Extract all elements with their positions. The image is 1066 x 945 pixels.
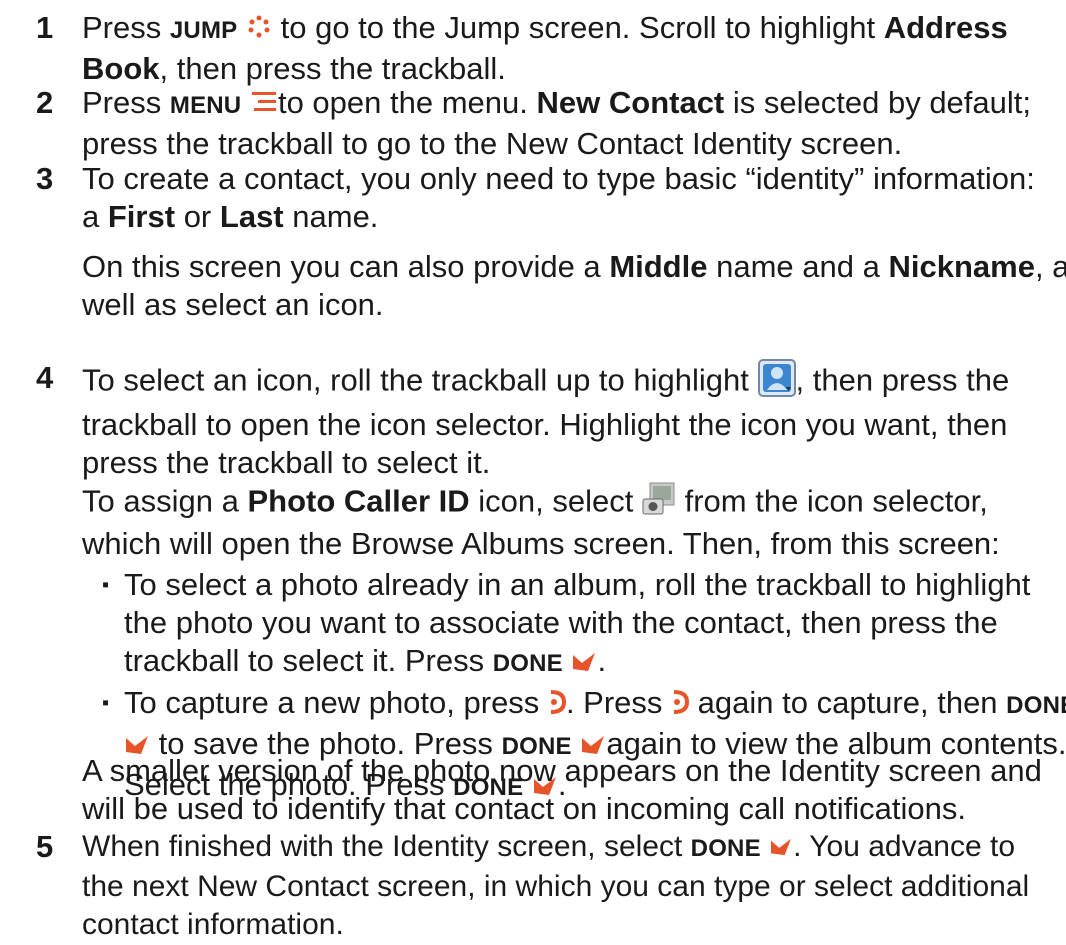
- done-key-label: DONE: [1006, 692, 1066, 719]
- text: the photo you want to associate with the…: [124, 605, 998, 640]
- text: to open the menu.: [277, 85, 528, 120]
- manual-page: 1 Press JUMP to go to the Jump screen. S…: [0, 0, 1066, 945]
- bullet-marker-icon: ▪: [102, 692, 110, 714]
- text: A smaller version of the photo now appea…: [82, 753, 1042, 788]
- text: Press: [82, 10, 162, 45]
- bold-term: Nickname: [888, 249, 1035, 284]
- text: To create a contact, you only need to ty…: [82, 161, 1035, 196]
- bold-term: New Contact: [536, 85, 725, 120]
- contact-icon: [757, 359, 796, 406]
- jump-icon: [246, 11, 272, 49]
- text: To capture a new photo, press: [124, 685, 540, 720]
- done-check-icon: [571, 644, 597, 682]
- photo-caller-id-icon: [642, 482, 676, 525]
- capture-icon: [548, 686, 566, 724]
- menu-icon: [250, 86, 278, 124]
- step-number: 1: [36, 10, 54, 45]
- text: or: [183, 199, 212, 234]
- step-number: 3: [36, 161, 54, 196]
- bold-term: Photo Caller ID: [247, 483, 470, 519]
- text: which will open the Browse Albums screen…: [82, 526, 1000, 561]
- text: . Press: [565, 685, 663, 720]
- text: , then press the: [795, 362, 1010, 398]
- menu-key-label: MENU: [169, 92, 242, 119]
- bold-term: First: [107, 199, 176, 234]
- text: to go to the Jump screen. Scroll to high…: [280, 10, 876, 45]
- done-key-label: DONE: [492, 650, 563, 677]
- text: will be used to identify that contact on…: [82, 791, 966, 826]
- capture-icon: [671, 686, 690, 724]
- jump-key-label: JUMP: [169, 17, 238, 44]
- bold-term: Middle: [609, 249, 708, 284]
- text: is selected by default;: [732, 85, 1032, 120]
- text: from the icon selector,: [684, 483, 988, 519]
- text: name and a: [716, 249, 880, 284]
- text: again to capture, then: [697, 685, 998, 720]
- text: Press: [82, 85, 162, 120]
- bold-term: Last: [219, 199, 284, 234]
- text: press the trackball to select it.: [82, 445, 491, 480]
- step-number: 2: [36, 85, 54, 120]
- text: To assign a: [82, 483, 239, 519]
- text: a: [82, 199, 100, 234]
- text: , as: [1034, 249, 1066, 284]
- bullet-marker-icon: ▪: [102, 574, 110, 596]
- text: trackball to open the icon selector. Hig…: [82, 407, 1008, 442]
- text: icon, select: [478, 483, 634, 519]
- bold-term: Book: [82, 51, 160, 86]
- step-number: 4: [36, 360, 54, 395]
- text: , then press the trackball.: [159, 51, 506, 86]
- text: To select an icon, roll the trackball up…: [82, 362, 749, 398]
- text: trackball to select it. Press: [124, 643, 485, 678]
- text: well as select an icon.: [82, 287, 384, 322]
- text: To select a photo already in an album, r…: [124, 567, 1031, 602]
- text: press the trackball to go to the New Con…: [82, 126, 903, 161]
- text: On this screen you can also provide a: [82, 249, 601, 284]
- text: name.: [292, 199, 379, 234]
- bold-term: Address: [883, 10, 1008, 45]
